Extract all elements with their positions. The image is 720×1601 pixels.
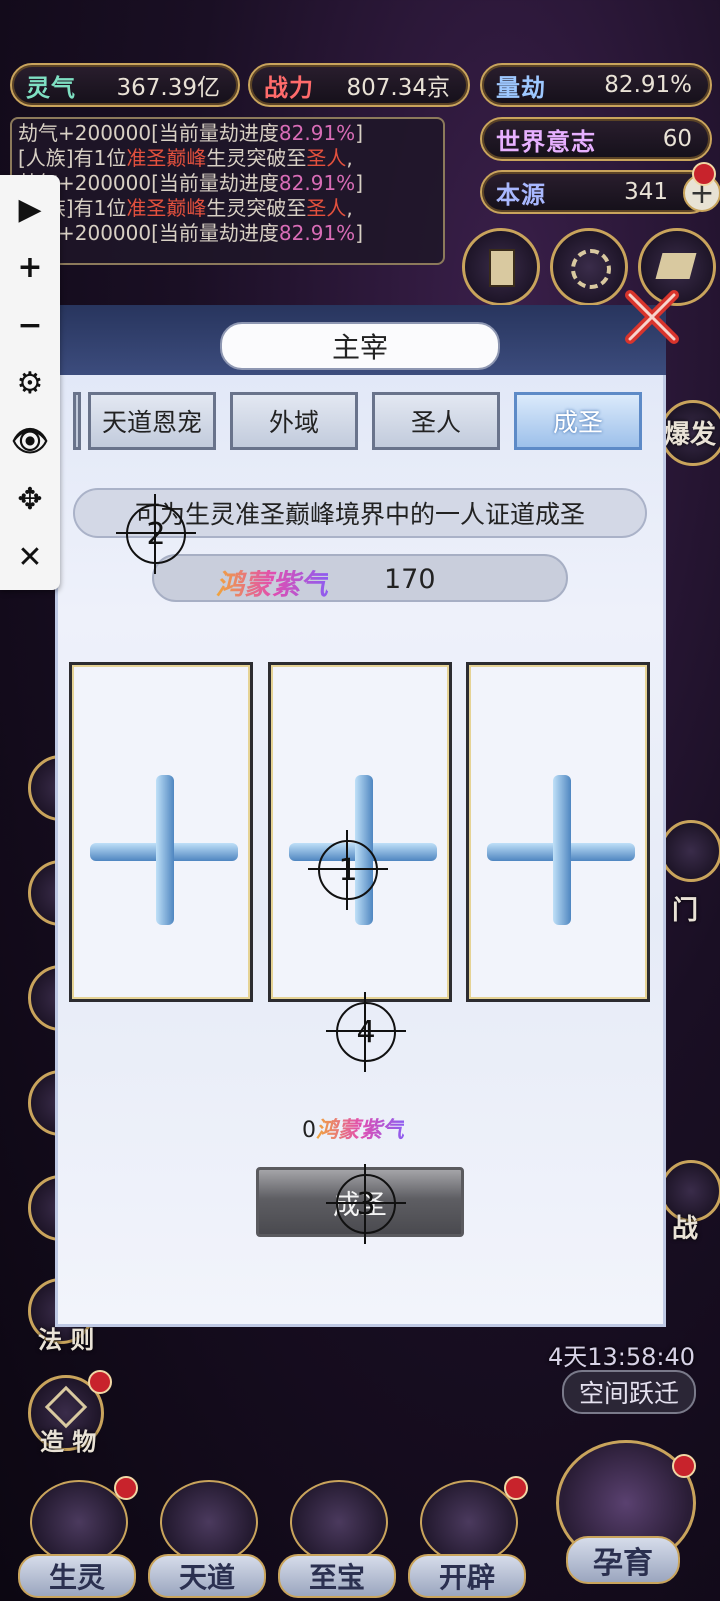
log-line: 劫气+200000[当前量劫进度82.91%] xyxy=(18,171,363,195)
zhibao-emblem-icon xyxy=(290,1480,388,1564)
men-label: 门 xyxy=(672,896,699,926)
cost-row: 0鸿蒙紫气 xyxy=(302,1112,404,1144)
zhan-label: 战 xyxy=(672,1214,699,1244)
marker-4: 4 xyxy=(326,992,406,1072)
shijie-bar: 世界意志 60 xyxy=(480,117,712,161)
zhanli-bar: 战力 807.34京 xyxy=(248,63,470,107)
currency-value: 170 xyxy=(384,564,436,595)
shengling-emblem-icon xyxy=(30,1480,128,1564)
tab-tiandao-enchong[interactable]: 天道恩宠 xyxy=(88,392,216,450)
notification-dot xyxy=(692,162,716,186)
gear-icon[interactable]: ⚙ xyxy=(0,359,60,407)
zhanli-label: 战力 xyxy=(264,73,314,102)
close-icon[interactable]: ✕ xyxy=(0,533,60,581)
baofa-label: 爆发 xyxy=(664,420,717,450)
log-line: 劫气+200000[当前量劫进度82.91%] xyxy=(18,221,363,245)
nav-label: 天道 xyxy=(148,1554,266,1598)
floating-toolbar: ▶ + − ⚙ 👁 ✥ ✕ xyxy=(0,175,60,590)
countdown-timer: 4天13:58:40 xyxy=(548,1343,696,1371)
tab-waiyu[interactable]: 外域 xyxy=(230,392,358,450)
panel-title: 主宰 xyxy=(220,322,500,370)
nav-kaipi[interactable]: 开辟 xyxy=(408,1476,528,1598)
close-panel-icon[interactable] xyxy=(622,287,682,347)
notification-dot xyxy=(504,1476,528,1500)
book-icon[interactable] xyxy=(462,228,540,306)
log-line: [人族]有1位准圣巅峰生灵突破至圣人, xyxy=(18,196,353,220)
tab-chengsheng[interactable]: 成圣 xyxy=(514,392,642,450)
tiandao-emblem-icon xyxy=(160,1480,258,1564)
candidate-slot[interactable] xyxy=(466,662,650,1002)
notification-dot xyxy=(114,1476,138,1500)
zao-wu-label: 造 物 xyxy=(40,1428,97,1456)
marker-1: 1 xyxy=(308,830,388,910)
shijie-value: 60 xyxy=(662,126,692,152)
candidate-slot[interactable] xyxy=(69,662,253,1002)
candidate-slot[interactable] xyxy=(268,662,452,1002)
log-line: 劫气+200000[当前量劫进度82.91%] xyxy=(18,121,363,145)
cost-value: 0 xyxy=(302,1118,316,1143)
tab-shengren[interactable]: 圣人 xyxy=(372,392,500,450)
nav-label: 生灵 xyxy=(18,1554,136,1598)
zoom-in-icon[interactable]: + xyxy=(0,243,60,291)
shijie-label: 世界意志 xyxy=(496,127,596,156)
zoom-out-icon[interactable]: − xyxy=(0,301,60,349)
liangjie-bar: 量劫 82.91% xyxy=(480,63,712,107)
men-icon[interactable] xyxy=(660,820,720,882)
notification-dot xyxy=(672,1454,696,1478)
nav-tiandao[interactable]: 天道 xyxy=(148,1480,266,1598)
benyuan-label: 本源 xyxy=(496,180,546,209)
benyuan-bar: 本源 341 xyxy=(480,170,712,214)
marker-2: 2 xyxy=(116,494,196,574)
lingqi-bar: 灵气 367.39亿 xyxy=(10,63,240,107)
nav-label: 至宝 xyxy=(278,1554,396,1598)
liangjie-value: 82.91% xyxy=(604,72,692,98)
event-log: 劫气+200000[当前量劫进度82.91%] [人族]有1位准圣巅峰生灵突破至… xyxy=(10,117,445,265)
log-line: [人族]有1位准圣巅峰生灵突破至圣人, xyxy=(18,146,353,170)
zhanli-value: 807.34京 xyxy=(346,75,450,101)
play-icon[interactable]: ▶ xyxy=(0,185,60,233)
nav-shengling[interactable]: 生灵 xyxy=(18,1476,138,1598)
kaipi-emblem-icon xyxy=(420,1480,518,1564)
nav-yunyu[interactable]: 孕育 xyxy=(548,1440,698,1590)
space-jump-button[interactable]: 空间跃迁 xyxy=(562,1370,696,1414)
eye-off-icon[interactable]: 👁 xyxy=(0,417,60,465)
cost-currency-name: 鸿蒙紫气 xyxy=(316,1118,405,1143)
lingqi-value: 367.39亿 xyxy=(116,75,220,101)
currency-name: 鸿蒙紫气 xyxy=(216,563,328,603)
lingqi-label: 灵气 xyxy=(26,73,76,102)
liangjie-label: 量劫 xyxy=(496,73,546,102)
tab-overflow-edge xyxy=(73,392,81,450)
currency-display: 鸿蒙紫气 170 xyxy=(152,554,568,602)
notification-dot xyxy=(88,1370,112,1394)
nav-label: 孕育 xyxy=(566,1536,680,1584)
move-icon[interactable]: ✥ xyxy=(0,475,60,523)
swirl-icon[interactable] xyxy=(550,228,628,306)
marker-3: 3 xyxy=(326,1164,406,1244)
benyuan-value: 341 xyxy=(624,179,668,205)
nav-label: 开辟 xyxy=(408,1554,526,1598)
nav-zhibao[interactable]: 至宝 xyxy=(278,1480,396,1598)
